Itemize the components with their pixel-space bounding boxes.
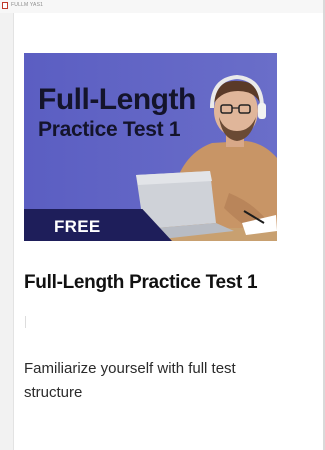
hero-title: Full-Length Practice Test 1 [38, 83, 196, 141]
page: FULLM YAS1 Full-Length Practice Test 1 F… [0, 0, 325, 450]
tab-title: FULLM YAS1 [11, 2, 44, 8]
page-icon [2, 2, 8, 9]
hero-title-line1: Full-Length [38, 83, 196, 116]
hero-banner[interactable]: Full-Length Practice Test 1 FREE [24, 53, 277, 241]
hero-title-line2: Practice Test 1 [38, 118, 181, 141]
card-description: Familiarize yourself with full test stru… [24, 360, 236, 401]
card-title[interactable]: Full-Length Practice Test 1 [24, 272, 304, 294]
free-badge: FREE [54, 217, 101, 236]
divider [25, 316, 26, 328]
browser-tab[interactable]: FULLM YAS1 [0, 0, 325, 13]
